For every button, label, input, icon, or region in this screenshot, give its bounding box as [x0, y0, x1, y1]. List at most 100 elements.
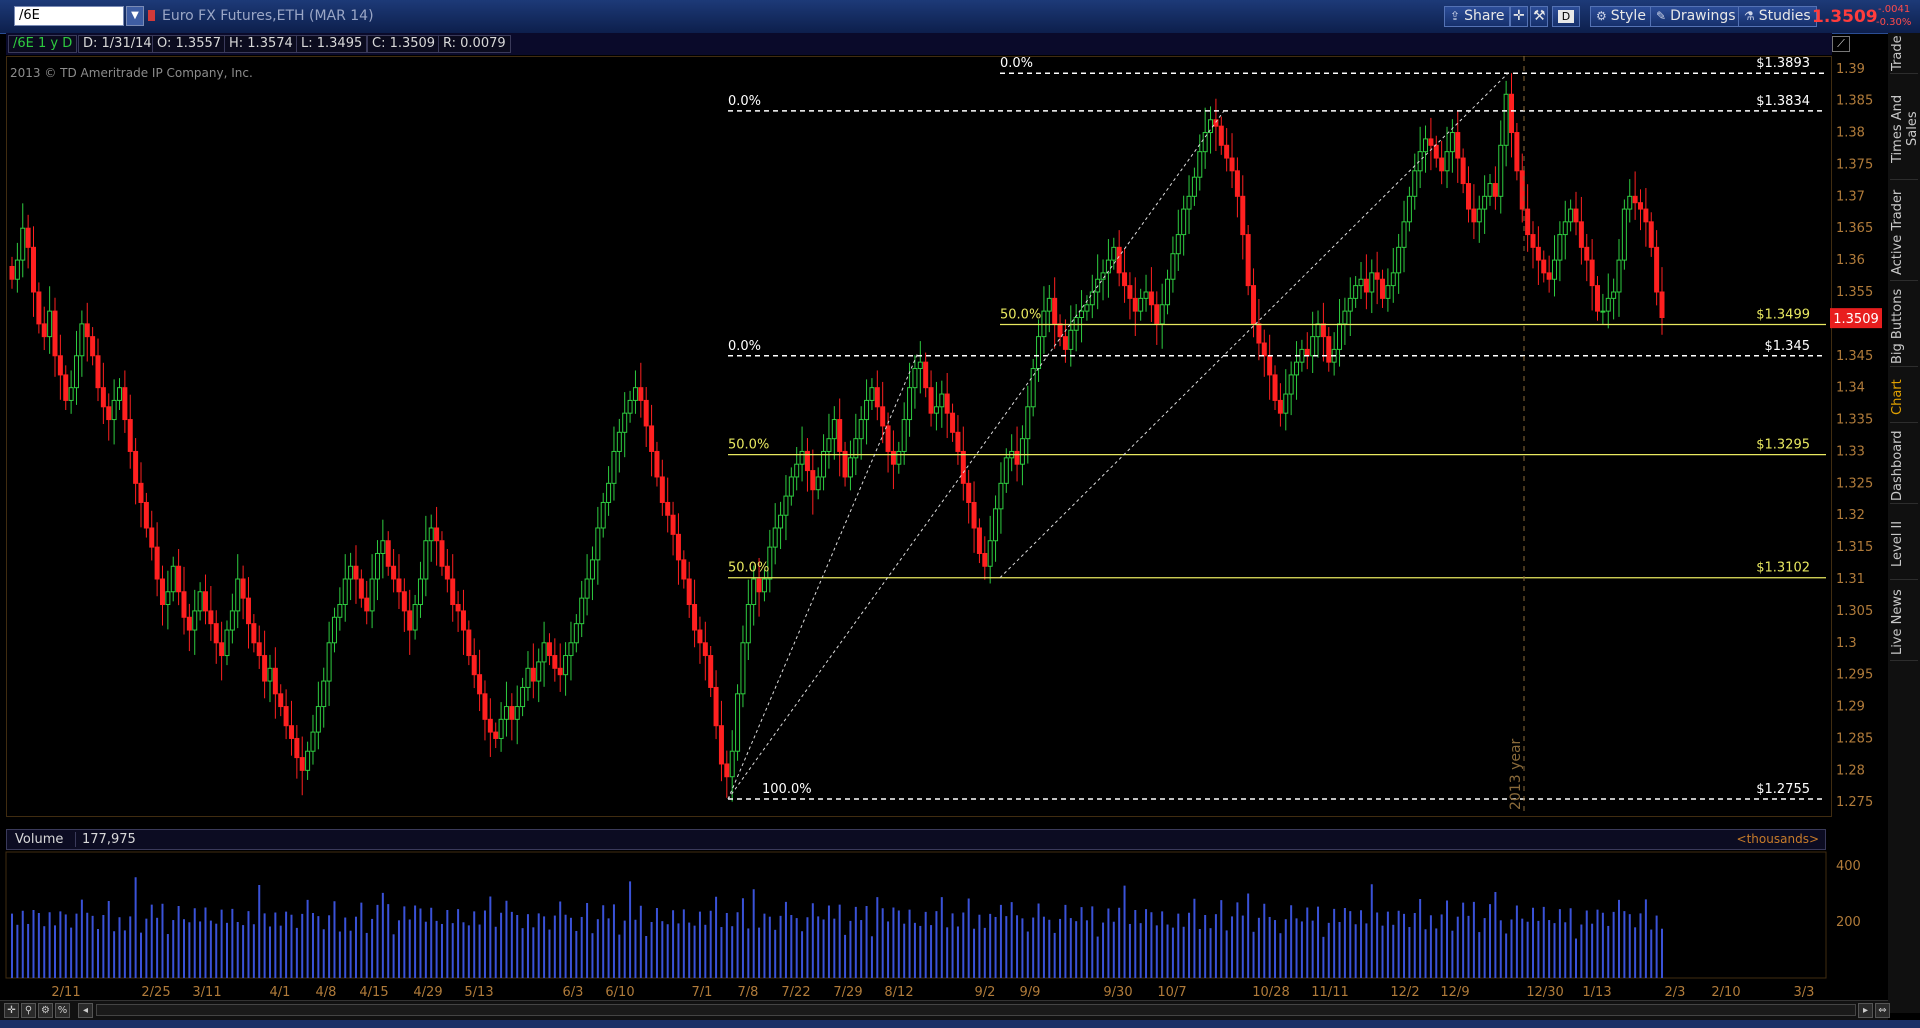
- x-tick-label: 2/25: [141, 985, 170, 1000]
- candle-body: [912, 368, 918, 389]
- tab-level-ii[interactable]: Level II: [1890, 509, 1918, 580]
- candle-body: [987, 540, 993, 567]
- candle-body: [1068, 329, 1074, 350]
- expand-button[interactable]: ⇔: [1875, 1003, 1890, 1018]
- candle-body: [933, 406, 939, 414]
- candle-body: [880, 406, 886, 427]
- candle-body: [815, 476, 821, 491]
- candle-body: [1396, 246, 1402, 274]
- candle-body: [907, 387, 913, 421]
- candle-body: [546, 642, 552, 657]
- candle-body: [116, 387, 122, 401]
- candle-body: [197, 591, 203, 612]
- candle-body: [41, 323, 47, 338]
- crosshair-icon[interactable]: ✛: [4, 1003, 19, 1018]
- candle-body: [498, 718, 504, 739]
- candle-body: [885, 425, 891, 452]
- candle-body: [950, 412, 956, 433]
- candle-body: [1369, 272, 1375, 293]
- scroll-left-button[interactable]: ◂: [78, 1003, 93, 1018]
- tab-trade[interactable]: Trade: [1890, 33, 1918, 74]
- candle-body: [1530, 234, 1536, 248]
- x-tick-label: 9/9: [1020, 985, 1041, 1000]
- candle-body: [1363, 278, 1369, 293]
- candle-body: [385, 540, 391, 567]
- x-tick-label: 7/29: [833, 985, 862, 1000]
- candle-body: [939, 393, 945, 408]
- candle-body: [391, 565, 397, 580]
- candle-body: [219, 642, 225, 657]
- percent-icon[interactable]: %: [55, 1003, 70, 1018]
- candle-body: [412, 604, 418, 631]
- scroll-right-button[interactable]: ▸: [1858, 1003, 1873, 1018]
- candle-body: [1186, 195, 1192, 210]
- candle-body: [1444, 151, 1450, 172]
- candle-body: [557, 667, 563, 676]
- candle-body: [181, 591, 187, 618]
- candle-body: [1310, 336, 1316, 357]
- tab-chart[interactable]: Chart: [1890, 372, 1918, 423]
- gear-icon[interactable]: ⚙: [38, 1003, 53, 1018]
- tab-big-buttons[interactable]: Big Buttons: [1890, 286, 1918, 367]
- candle-body: [1353, 285, 1359, 299]
- candle-body: [262, 655, 268, 682]
- year-marker-label: 2013 year: [1508, 738, 1524, 810]
- candle-body: [1380, 278, 1386, 299]
- candle-body: [240, 578, 246, 599]
- y-tick-label: 1.33: [1836, 444, 1865, 459]
- candle-body: [122, 387, 128, 421]
- tab-live-news[interactable]: Live News: [1890, 585, 1918, 661]
- candle-body: [794, 463, 800, 478]
- candle-body: [525, 667, 531, 688]
- candle-body: [1288, 374, 1294, 395]
- tab-active-trader[interactable]: Active Trader: [1890, 185, 1918, 281]
- candle-body: [901, 419, 907, 452]
- price-chart[interactable]: 1.391.3851.381.3751.371.3651.361.3551.35…: [0, 0, 1888, 1000]
- candle-body: [63, 374, 69, 401]
- candle-body: [9, 265, 15, 280]
- x-tick-label: 7/8: [738, 985, 759, 1000]
- candle-body: [1578, 221, 1584, 248]
- candle-body: [579, 597, 585, 625]
- candle-body: [1514, 132, 1520, 172]
- x-tick-label: 8/12: [884, 985, 913, 1000]
- candle-body: [536, 661, 542, 682]
- candle-body: [1406, 195, 1412, 223]
- candle-body: [1433, 144, 1439, 159]
- candle-body: [1525, 208, 1531, 236]
- horizontal-scrollbar[interactable]: [96, 1004, 1856, 1016]
- candle-body: [600, 501, 606, 529]
- candle-body: [294, 737, 300, 759]
- tab-dashboard[interactable]: Dashboard: [1890, 428, 1918, 504]
- bottom-controls: ✛ ⚲ ⚙ % ◂ ▸ ⇔: [0, 1000, 1890, 1021]
- fib-price-label: $1.3499: [1756, 308, 1810, 323]
- candle-body: [665, 501, 671, 516]
- candle-body: [84, 323, 90, 338]
- candle-body: [1573, 208, 1579, 223]
- candle-body: [1089, 291, 1095, 306]
- candle-body: [509, 706, 515, 720]
- candle-body: [1191, 176, 1197, 197]
- candle-body: [1503, 93, 1509, 146]
- candle-body: [552, 655, 558, 669]
- candle-body: [616, 431, 622, 452]
- candle-body: [729, 750, 735, 778]
- candle-body: [1143, 291, 1149, 299]
- candle-body: [90, 336, 96, 357]
- fib-price-label: $1.3102: [1756, 561, 1810, 576]
- candle-body: [1138, 297, 1144, 312]
- candle-body: [1428, 138, 1434, 146]
- candle-body: [57, 355, 63, 376]
- candle-body: [1589, 259, 1595, 287]
- zoom-icon[interactable]: ⚲: [21, 1003, 36, 1018]
- candle-body: [799, 450, 805, 465]
- candle-body: [1347, 297, 1353, 312]
- tab-times-and-sales[interactable]: Times And Sales: [1890, 79, 1920, 180]
- candle-body: [1374, 272, 1380, 280]
- candle-body: [1643, 208, 1649, 223]
- candle-body: [1358, 278, 1364, 287]
- candle-body: [283, 706, 289, 727]
- candle-body: [1234, 170, 1240, 197]
- candle-body: [1148, 291, 1154, 306]
- candle-body: [380, 540, 386, 554]
